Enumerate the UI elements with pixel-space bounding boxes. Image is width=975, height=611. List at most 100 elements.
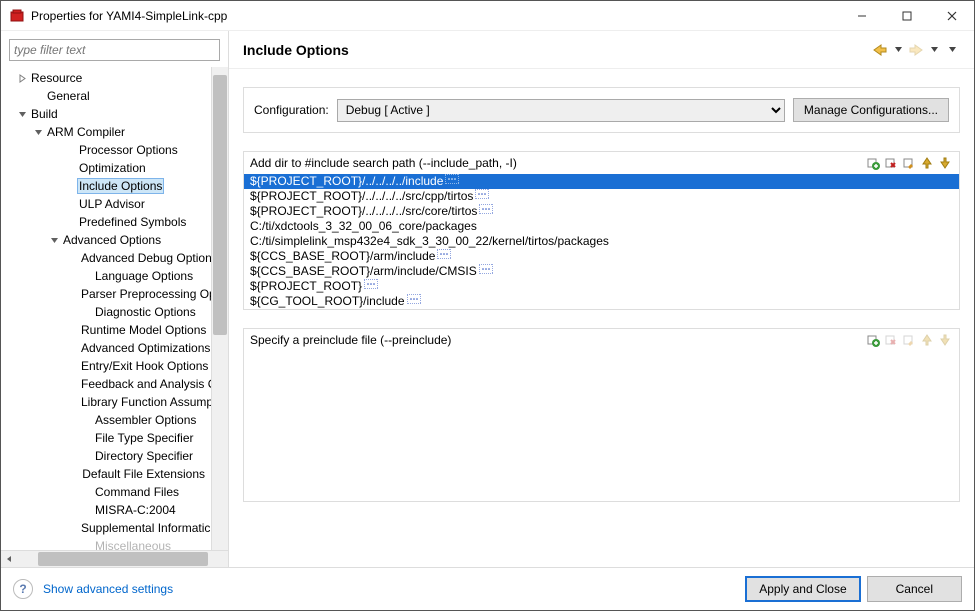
list-item-text: C:/ti/simplelink_msp432e4_sdk_3_30_00_22…	[250, 234, 609, 249]
scrollbar-thumb[interactable]	[213, 75, 227, 335]
list-item-text: ${PROJECT_ROOT}/../../../../include	[250, 174, 443, 189]
tree-item[interactable]: File Type Specifier	[1, 429, 211, 447]
expand-variable-icon[interactable]	[445, 174, 459, 189]
pre-edit-icon[interactable]	[901, 332, 917, 348]
add-icon[interactable]	[865, 155, 881, 171]
include-path-title: Add dir to #include search path (--inclu…	[250, 156, 865, 170]
cancel-button[interactable]: Cancel	[867, 576, 962, 602]
tree-item-label: File Type Specifier	[93, 431, 196, 445]
pre-move-up-icon[interactable]	[919, 332, 935, 348]
tree-item[interactable]: Predefined Symbols	[1, 213, 211, 231]
delete-icon[interactable]	[883, 155, 899, 171]
tree-item[interactable]: Processor Options	[1, 141, 211, 159]
tree-item-label: Advanced Debug Option	[79, 251, 211, 265]
tree-item[interactable]: Entry/Exit Hook Options	[1, 357, 211, 375]
tree-item-label: Parser Preprocessing Opt	[79, 287, 211, 301]
expand-variable-icon[interactable]	[364, 279, 378, 294]
edit-icon[interactable]	[901, 155, 917, 171]
expand-variable-icon[interactable]	[479, 204, 493, 219]
tree-item[interactable]: Include Options	[1, 177, 211, 195]
page-title: Include Options	[243, 42, 872, 58]
expand-variable-icon[interactable]	[475, 189, 489, 204]
list-item[interactable]: ${PROJECT_ROOT}/../../../../include	[244, 174, 959, 189]
list-item[interactable]: ${CCS_BASE_ROOT}/arm/include/CMSIS	[244, 264, 959, 279]
back-icon[interactable]	[872, 42, 888, 58]
tree-item[interactable]: Directory Specifier	[1, 447, 211, 465]
tree-item[interactable]: Default File Extensions	[1, 465, 211, 483]
list-item[interactable]: ${CG_TOOL_ROOT}/include	[244, 294, 959, 309]
list-item[interactable]: C:/ti/simplelink_msp432e4_sdk_3_30_00_22…	[244, 234, 959, 249]
tree-item-label: Miscellaneous	[93, 539, 173, 550]
manage-configurations-button[interactable]: Manage Configurations...	[793, 98, 949, 122]
configuration-label: Configuration:	[254, 103, 329, 117]
pre-delete-icon[interactable]	[883, 332, 899, 348]
dropdown-menu-icon[interactable]	[944, 42, 960, 58]
expand-variable-icon[interactable]	[437, 249, 451, 264]
tree-item[interactable]: ARM Compiler	[1, 123, 211, 141]
tree-item[interactable]: ULP Advisor	[1, 195, 211, 213]
help-icon[interactable]: ?	[13, 579, 33, 599]
tree-item[interactable]: Diagnostic Options	[1, 303, 211, 321]
show-advanced-link[interactable]: Show advanced settings	[43, 582, 173, 596]
preinclude-toolbar	[865, 332, 953, 348]
tree-item[interactable]: Feedback and Analysis O	[1, 375, 211, 393]
tree-item[interactable]: Build	[1, 105, 211, 123]
list-item[interactable]: C:/ti/xdctools_3_32_00_06_core/packages	[244, 219, 959, 234]
list-item[interactable]: ${PROJECT_ROOT}	[244, 279, 959, 294]
maximize-button[interactable]	[884, 1, 929, 30]
tree-item[interactable]: Advanced Optimizations	[1, 339, 211, 357]
properties-tree[interactable]: Resource General BuildARM CompilerProcesso…	[1, 67, 211, 550]
hscroll-thumb[interactable]	[38, 552, 208, 566]
nav-icons	[872, 42, 960, 58]
tree-item-label: General	[45, 89, 92, 103]
tree-item[interactable]: Resource	[1, 69, 211, 87]
horizontal-scrollbar[interactable]	[18, 551, 194, 567]
list-item[interactable]: ${PROJECT_ROOT}/../../../../src/core/tir…	[244, 204, 959, 219]
expand-variable-icon[interactable]	[407, 294, 421, 309]
move-up-icon[interactable]	[919, 155, 935, 171]
close-button[interactable]	[929, 1, 974, 30]
tree-item[interactable]: Optimization	[1, 159, 211, 177]
filter-input[interactable]	[9, 39, 220, 61]
move-down-icon[interactable]	[937, 155, 953, 171]
tree-item-label: Directory Specifier	[93, 449, 195, 463]
back-menu-icon[interactable]	[890, 42, 906, 58]
tree-item[interactable]: General	[1, 87, 211, 105]
tree-item-label: Diagnostic Options	[93, 305, 198, 319]
configuration-row: Configuration: Debug [ Active ] Manage C…	[243, 87, 960, 133]
pre-move-down-icon[interactable]	[937, 332, 953, 348]
expand-variable-icon[interactable]	[479, 264, 493, 279]
tree-item[interactable]: Advanced Debug Option	[1, 249, 211, 267]
filter-container	[9, 39, 220, 61]
apply-and-close-button[interactable]: Apply and Close	[745, 576, 860, 602]
hscroll-left[interactable]	[1, 551, 18, 567]
forward-icon[interactable]	[908, 42, 924, 58]
configuration-select[interactable]: Debug [ Active ]	[337, 99, 785, 122]
list-item[interactable]: ${CCS_BASE_ROOT}/arm/include	[244, 249, 959, 264]
chevron-down-icon[interactable]	[13, 110, 27, 119]
include-path-list[interactable]: ${PROJECT_ROOT}/../../../../include ${PR…	[244, 174, 959, 309]
chevron-down-icon[interactable]	[29, 128, 43, 137]
vertical-scrollbar[interactable]	[211, 67, 228, 550]
forward-menu-icon[interactable]	[926, 42, 942, 58]
tree-item-label: Default File Extensions	[80, 467, 207, 481]
tree-item[interactable]: Advanced Options	[1, 231, 211, 249]
tree-item[interactable]: Runtime Model Options	[1, 321, 211, 339]
pre-add-icon[interactable]	[865, 332, 881, 348]
list-item[interactable]: ${PROJECT_ROOT}/../../../../src/cpp/tirt…	[244, 189, 959, 204]
preinclude-title: Specify a preinclude file (--preinclude)	[250, 333, 865, 347]
chevron-down-icon[interactable]	[45, 236, 59, 245]
tree-item[interactable]: Miscellaneous	[1, 537, 211, 550]
minimize-button[interactable]	[839, 1, 884, 30]
tree-item[interactable]: Assembler Options	[1, 411, 211, 429]
tree-item[interactable]: Parser Preprocessing Opt	[1, 285, 211, 303]
tree-item[interactable]: MISRA-C:2004	[1, 501, 211, 519]
chevron-right-icon[interactable]	[13, 74, 27, 83]
list-item-text: C:/ti/xdctools_3_32_00_06_core/packages	[250, 219, 477, 234]
tree-item[interactable]: Language Options	[1, 267, 211, 285]
list-item-text: ${CCS_BASE_ROOT}/arm/include/CMSIS	[250, 264, 477, 279]
preinclude-list[interactable]	[244, 351, 959, 501]
tree-item[interactable]: Library Function Assump	[1, 393, 211, 411]
tree-item[interactable]: Supplemental Informatic	[1, 519, 211, 537]
tree-item[interactable]: Command Files	[1, 483, 211, 501]
